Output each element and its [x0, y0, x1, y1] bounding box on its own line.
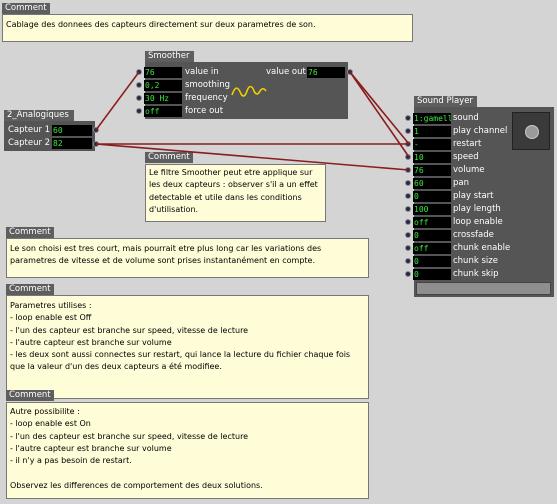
patch-cables [95, 71, 410, 171]
cable-capteur2-to-volume [95, 143, 410, 171]
cable-capteur1-to-smoother [95, 71, 140, 131]
cable-smoother-to-restart [349, 71, 410, 145]
